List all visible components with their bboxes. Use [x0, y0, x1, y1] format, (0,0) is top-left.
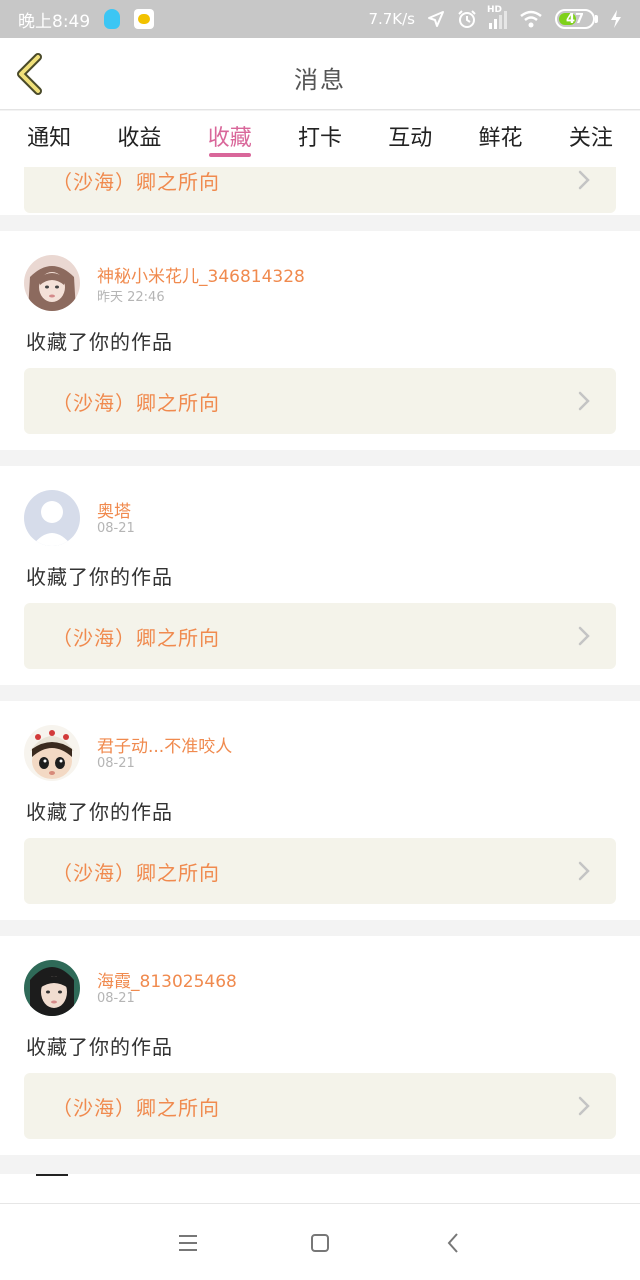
location-icon: [428, 11, 444, 27]
user-name[interactable]: 君子动...不准咬人: [97, 732, 232, 757]
top-app-bar: 消息: [0, 38, 640, 110]
menu-icon[interactable]: [175, 1230, 201, 1256]
home-icon[interactable]: [307, 1230, 333, 1256]
action-text: 收藏了你的作品: [26, 800, 173, 824]
work-title: （沙海）卿之所向: [52, 860, 220, 885]
work-title: （沙海）卿之所向: [52, 169, 220, 194]
work-link[interactable]: （沙海）卿之所向: [24, 1073, 616, 1139]
avatar[interactable]: [24, 960, 80, 1016]
chevron-right-icon: [578, 626, 590, 646]
work-title: （沙海）卿之所向: [52, 1095, 220, 1120]
list-item: 奥塔 08-21 收藏了你的作品 （沙海）卿之所向: [0, 466, 640, 685]
list-item-partial: （沙海）卿之所向: [0, 167, 640, 215]
work-link[interactable]: （沙海）卿之所向: [24, 167, 616, 213]
work-title: （沙海）卿之所向: [52, 390, 220, 415]
action-text: 收藏了你的作品: [26, 1035, 173, 1059]
tab-1[interactable]: 收益: [112, 111, 166, 167]
battery-indicator: 47: [555, 9, 598, 29]
user-name[interactable]: 海霞_813025468: [97, 967, 237, 992]
signal-icon: HD: [487, 5, 507, 29]
system-nav-bar: [0, 1203, 640, 1280]
list-item: 海霞_813025468 08-21 收藏了你的作品 （沙海）卿之所向: [0, 936, 640, 1155]
tab-5[interactable]: 鲜花: [474, 111, 528, 167]
timestamp: 08-21: [97, 521, 135, 536]
tab-4[interactable]: 互动: [383, 111, 437, 167]
work-link[interactable]: （沙海）卿之所向: [24, 838, 616, 904]
tab-2[interactable]: 收藏: [203, 111, 257, 167]
avatar[interactable]: [24, 725, 80, 781]
battery-level: 47: [565, 11, 585, 27]
list-item-partial-bottom: [0, 1174, 640, 1203]
action-text: 收藏了你的作品: [26, 565, 173, 589]
work-title: （沙海）卿之所向: [52, 625, 220, 650]
timestamp: 昨天 22:46: [97, 290, 165, 305]
back-nav-icon[interactable]: [441, 1230, 467, 1256]
list-item: 君子动...不准咬人 08-21 收藏了你的作品 （沙海）卿之所向: [0, 701, 640, 920]
chevron-right-icon: [578, 1096, 590, 1116]
timestamp: 08-21: [97, 756, 135, 771]
alarm-icon: [458, 10, 476, 28]
status-time: 晚上8:49: [18, 11, 91, 32]
message-list: （沙海）卿之所向 神秘小米花儿_346814328 昨天 22:46 收藏了你的作品…: [0, 167, 640, 1203]
qq-notification-icon: [104, 9, 121, 29]
chevron-right-icon: [578, 170, 590, 190]
avatar[interactable]: [24, 490, 80, 546]
tab-6[interactable]: 关注: [564, 111, 618, 167]
user-name[interactable]: 奥塔: [97, 497, 131, 522]
wifi-icon: [520, 10, 542, 28]
work-link[interactable]: （沙海）卿之所向: [24, 603, 616, 669]
chevron-right-icon: [578, 861, 590, 881]
user-name[interactable]: 神秘小米花儿_346814328: [97, 262, 305, 287]
charging-icon: [611, 10, 621, 28]
status-bar: 晚上8:49 7.7K/s HD 47: [0, 0, 640, 38]
hd-label: HD: [487, 5, 503, 15]
timestamp: 08-21: [97, 991, 135, 1006]
message-tabs: 通知 收益 收藏 打卡 互动 鲜花 关注: [0, 111, 640, 167]
tab-0[interactable]: 通知: [22, 111, 76, 167]
avatar[interactable]: [24, 255, 80, 311]
chevron-right-icon: [578, 391, 590, 411]
action-text: 收藏了你的作品: [26, 330, 173, 354]
tab-3[interactable]: 打卡: [293, 111, 347, 167]
network-speed: 7.7K/s: [368, 10, 415, 28]
list-item: 神秘小米花儿_346814328 昨天 22:46 收藏了你的作品 （沙海）卿之所向: [0, 231, 640, 450]
app-notification-icon: [134, 9, 155, 29]
page-title: 消息: [294, 66, 346, 94]
work-link[interactable]: （沙海）卿之所向: [24, 368, 616, 434]
